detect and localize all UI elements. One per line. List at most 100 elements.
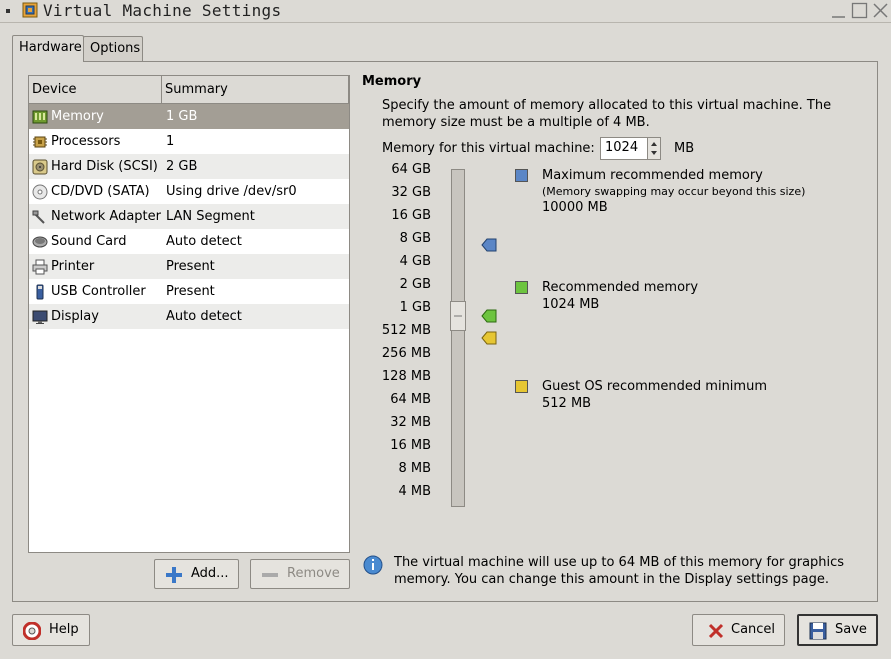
memory-scale-label: 32 GB	[391, 185, 431, 200]
close-icon[interactable]	[872, 2, 889, 19]
add-button-label: Add...	[191, 566, 229, 581]
tab-options[interactable]: Options	[83, 36, 143, 61]
help-lifebuoy-icon	[23, 622, 41, 640]
recommended-title: Recommended memory	[542, 280, 699, 295]
memory-scale-label: 128 MB	[381, 369, 431, 384]
usb-controller-icon	[36, 284, 44, 300]
save-button-label: Save	[835, 622, 867, 637]
max-recommended-value: 10000 MB	[542, 200, 608, 215]
info-icon	[363, 555, 383, 575]
device-row-display[interactable]: Display Auto detect	[29, 304, 349, 329]
memory-scale-label: 8 MB	[398, 461, 431, 476]
memory-scale-label: 8 GB	[399, 231, 431, 246]
remove-button-label: Remove	[287, 566, 340, 581]
memory-scale-label: 4 MB	[398, 484, 431, 499]
memory-slider-track[interactable]	[451, 169, 465, 507]
recommended-legend-swatch	[515, 281, 528, 294]
help-button[interactable]: Help	[12, 614, 90, 646]
window-title: Virtual Machine Settings	[43, 1, 282, 20]
memory-scale-label: 64 GB	[391, 162, 431, 177]
memory-scale-label: 64 MB	[390, 392, 431, 407]
device-row-sound-card[interactable]: Sound Card Auto detect	[29, 229, 349, 254]
help-button-label: Help	[49, 622, 79, 637]
memory-scale-label: 16 GB	[391, 208, 431, 223]
printer-icon	[32, 259, 48, 275]
spin-up-down-icon[interactable]	[648, 138, 660, 159]
processor-icon	[33, 136, 47, 148]
device-name: Network Adapter	[51, 209, 161, 224]
cd-dvd-icon	[32, 184, 48, 200]
tab-hardware-label: Hardware	[19, 40, 82, 55]
device-row-printer[interactable]: Printer Present	[29, 254, 349, 279]
remove-icon	[262, 573, 278, 577]
max-recommended-note: (Memory swapping may occur beyond this s…	[542, 185, 806, 198]
max-recommended-legend-swatch	[515, 169, 528, 182]
memory-slider-thumb[interactable]	[450, 301, 466, 331]
memory-spinbox[interactable]: 1024	[600, 137, 661, 160]
device-row-network-adapter[interactable]: Network Adapter LAN Segment	[29, 204, 349, 229]
memory-scale-label: 16 MB	[390, 438, 431, 453]
device-summary: 1	[166, 134, 175, 149]
display-icon	[32, 310, 48, 324]
network-adapter-icon	[32, 210, 45, 224]
column-device[interactable]: Device	[29, 76, 162, 103]
cancel-button-label: Cancel	[731, 622, 776, 637]
memory-scale-label: 1 GB	[399, 300, 431, 315]
memory-unit: MB	[674, 141, 695, 156]
maximize-icon[interactable]	[851, 2, 868, 19]
device-name: CD/DVD (SATA)	[51, 184, 150, 199]
cancel-button[interactable]: Cancel	[692, 614, 785, 646]
device-summary: 2 GB	[166, 159, 198, 174]
tab-options-label: Options	[90, 41, 141, 56]
device-summary: LAN Segment	[166, 209, 255, 224]
remove-device-button[interactable]: Remove	[250, 559, 350, 589]
slider-grip-icon	[454, 315, 462, 317]
memory-icon	[32, 110, 48, 124]
minimize-icon[interactable]	[830, 2, 847, 19]
device-name: Processors	[51, 134, 121, 149]
window-menu-icon[interactable]	[6, 9, 10, 13]
vmware-app-icon	[22, 2, 38, 18]
plus-icon	[166, 567, 182, 583]
memory-scale-label: 32 MB	[390, 415, 431, 430]
device-name: USB Controller	[51, 284, 146, 299]
sound-card-icon	[32, 236, 48, 248]
device-row-cd-dvd[interactable]: CD/DVD (SATA) Using drive /dev/sr0	[29, 179, 349, 204]
title-bar: Virtual Machine Settings	[0, 0, 891, 23]
cancel-x-icon	[708, 623, 724, 639]
memory-field-label: Memory for this virtual machine:	[382, 141, 595, 156]
device-summary: 1 GB	[166, 109, 198, 124]
memory-section-title: Memory	[362, 74, 422, 89]
tab-hardware[interactable]: Hardware	[12, 35, 84, 62]
add-device-button[interactable]: Add...	[154, 559, 239, 589]
graphics-memory-info: The virtual machine will use up to 64 MB…	[394, 555, 845, 587]
guest-os-minimum-marker-icon	[481, 331, 497, 345]
save-floppy-icon	[809, 622, 827, 640]
recommended-marker-icon	[481, 309, 497, 323]
column-summary[interactable]: Summary	[162, 76, 349, 103]
device-row-memory[interactable]: Memory 1 GB	[29, 104, 349, 129]
device-row-processors[interactable]: Processors 1	[29, 129, 349, 154]
memory-scale-label: 512 MB	[381, 323, 431, 338]
device-summary: Present	[166, 259, 215, 274]
guest-os-minimum-value: 512 MB	[542, 396, 592, 411]
device-summary: Using drive /dev/sr0	[166, 184, 297, 199]
device-row-usb-controller[interactable]: USB Controller Present	[29, 279, 349, 304]
device-list: Device Summary Memory 1 GB Processors 1 …	[28, 75, 350, 553]
device-name: Memory	[51, 109, 104, 124]
memory-scale-label: 2 GB	[399, 277, 431, 292]
spin-arrows[interactable]	[647, 138, 660, 159]
recommended-value: 1024 MB	[542, 297, 600, 312]
memory-description: Specify the amount of memory allocated t…	[382, 98, 832, 130]
max-recommended-title: Maximum recommended memory	[542, 168, 763, 183]
guest-os-minimum-title: Guest OS recommended minimum	[542, 379, 767, 394]
device-name: Printer	[51, 259, 95, 274]
memory-scale-label: 4 GB	[399, 254, 431, 269]
hard-disk-icon	[32, 159, 48, 175]
save-button[interactable]: Save	[797, 614, 878, 646]
device-summary: Present	[166, 284, 215, 299]
device-row-hard-disk[interactable]: Hard Disk (SCSI) 2 GB	[29, 154, 349, 179]
device-name: Sound Card	[51, 234, 127, 249]
device-name: Display	[51, 309, 99, 324]
memory-value[interactable]: 1024	[605, 140, 638, 155]
